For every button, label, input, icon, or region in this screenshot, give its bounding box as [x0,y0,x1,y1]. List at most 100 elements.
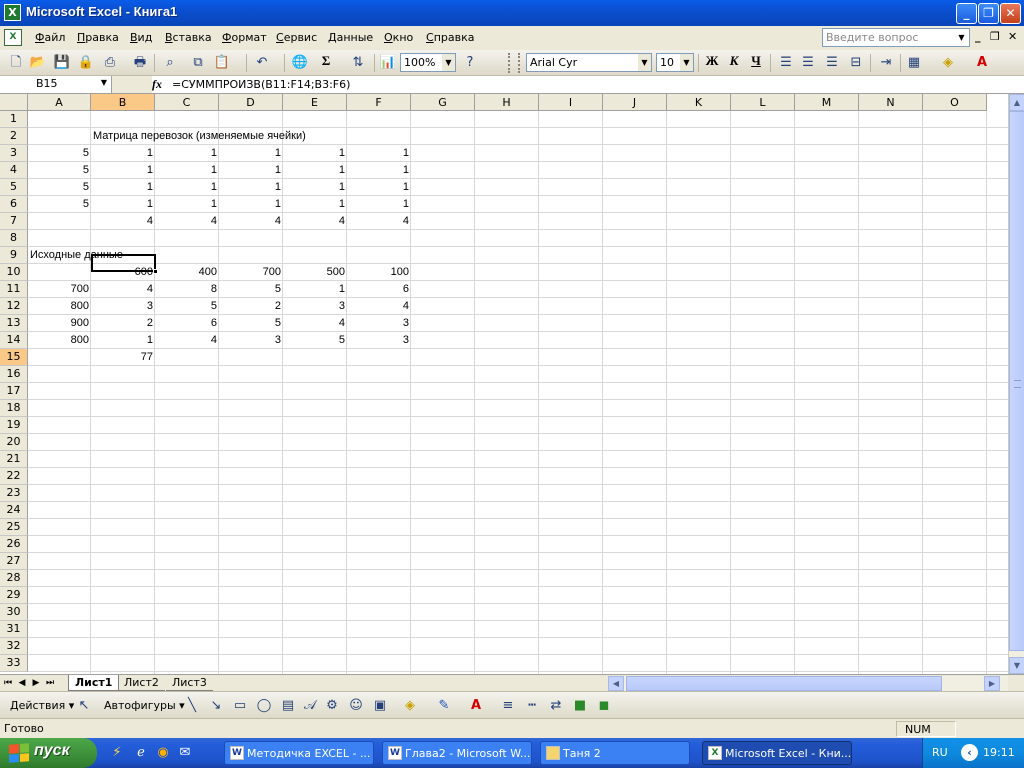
insert-function-icon[interactable]: fx [152,77,162,92]
dash-style-icon[interactable]: ┅ [522,696,542,716]
align-left-icon[interactable]: ☰ [776,53,796,73]
insert-picture-icon[interactable]: ▣ [370,696,390,716]
cell-F10[interactable]: 100 [347,264,411,281]
cell-C11[interactable]: 8 [155,281,219,298]
help-icon[interactable]: ? [460,53,480,73]
cell-F4[interactable]: 1 [347,162,411,179]
autosum-icon[interactable]: Σ [316,53,336,73]
cell-D14[interactable]: 3 [219,332,283,349]
prev-sheet-icon[interactable]: ◀ [16,676,28,690]
align-center-icon[interactable]: ☰ [798,53,818,73]
row-header-6[interactable]: 6 [0,196,28,213]
sheet-tab-3[interactable]: Лист3 [166,675,213,691]
paste-icon[interactable]: 📋 [212,53,232,73]
column-header-H[interactable]: H [475,94,539,111]
column-header-A[interactable]: A [28,94,91,111]
row-header-31[interactable]: 31 [0,621,28,638]
name-box[interactable]: B15 ▼ [0,76,112,93]
chevron-down-icon[interactable]: ▼ [638,54,651,71]
column-header-C[interactable]: C [155,94,219,111]
column-header-L[interactable]: L [731,94,795,111]
column-header-I[interactable]: I [539,94,603,111]
borders-icon[interactable]: ▦ [904,53,924,73]
vertical-scroll-thumb[interactable] [1009,111,1024,651]
row-header-18[interactable]: 18 [0,400,28,417]
cell-B15[interactable]: 77 [91,349,155,366]
menu-edit[interactable]: Правка [77,31,119,44]
row-header-33[interactable]: 33 [0,655,28,672]
cell-E12[interactable]: 3 [283,298,347,315]
quicklaunch-outlook-icon[interactable]: ✉ [176,744,194,762]
horizontal-scrollbar[interactable]: ◀ ▶ [608,676,1008,691]
column-header-M[interactable]: M [795,94,859,111]
cell-D10[interactable]: 700 [219,264,283,281]
row-header-19[interactable]: 19 [0,417,28,434]
start-button[interactable]: пуск [0,738,97,768]
menu-help[interactable]: Справка [426,31,474,44]
cell-B4[interactable]: 1 [91,162,155,179]
row-header-14[interactable]: 14 [0,332,28,349]
text-box-icon[interactable]: ▤ [278,696,298,716]
column-header-D[interactable]: D [219,94,283,111]
cell-F6[interactable]: 1 [347,196,411,213]
cell-B5[interactable]: 1 [91,179,155,196]
cell-D4[interactable]: 1 [219,162,283,179]
underline-button[interactable]: Ч [746,53,766,73]
menu-view[interactable]: Вид [130,31,152,44]
zoom-select[interactable]: 100% ▼ [400,53,456,72]
row-header-23[interactable]: 23 [0,485,28,502]
cell-D11[interactable]: 5 [219,281,283,298]
cell-F3[interactable]: 1 [347,145,411,162]
cell-B13[interactable]: 2 [91,315,155,332]
line-color-icon[interactable]: ✎ [434,696,454,716]
line-icon[interactable]: ╲ [182,696,202,716]
wordart-icon[interactable]: 𝒜 [300,696,320,716]
quicklaunch-media-icon[interactable]: ◉ [154,744,172,762]
select-all-button[interactable] [0,94,28,111]
cell-B11[interactable]: 4 [91,281,155,298]
column-header-K[interactable]: K [667,94,731,111]
row-header-8[interactable]: 8 [0,230,28,247]
row-header-30[interactable]: 30 [0,604,28,621]
taskbar-item-1[interactable]: W Методичка EXCEL - ... [224,741,374,765]
row-header-24[interactable]: 24 [0,502,28,519]
font-size-select[interactable]: 10 ▼ [656,53,694,72]
cell-E13[interactable]: 4 [283,315,347,332]
permission-icon[interactable]: 🔒 [76,53,96,73]
cell-F12[interactable]: 4 [347,298,411,315]
cell-A6[interactable]: 5 [28,196,91,213]
sheet-tab-2[interactable]: Лист2 [118,675,165,691]
row-header-28[interactable]: 28 [0,570,28,587]
next-sheet-icon[interactable]: ▶ [30,676,42,690]
cell-E4[interactable]: 1 [283,162,347,179]
undo-icon[interactable]: ↶ [252,53,272,73]
horizontal-scroll-thumb[interactable] [626,676,942,691]
ask-question-input[interactable]: Введите вопрос ▼ [822,28,970,47]
font-color-icon[interactable]: A [466,696,486,716]
column-header-B[interactable]: B [91,94,155,111]
restore-button[interactable]: ❐ [978,3,999,24]
italic-button[interactable]: К [724,53,744,73]
cell-C10[interactable]: 400 [155,264,219,281]
menu-data[interactable]: Данные [328,31,373,44]
cell-E14[interactable]: 5 [283,332,347,349]
open-folder-icon[interactable]: 📂 [28,53,48,73]
row-header-5[interactable]: 5 [0,179,28,196]
arrow-style-icon[interactable]: ⇄ [546,696,566,716]
cell-A12[interactable]: 800 [28,298,91,315]
column-header-G[interactable]: G [411,94,475,111]
cell-D6[interactable]: 1 [219,196,283,213]
print-icon[interactable]: 🖶 [130,53,150,73]
taskbar-item-3[interactable]: Таня 2 [540,741,690,765]
column-header-E[interactable]: E [283,94,347,111]
select-objects-icon[interactable]: ↖ [74,696,94,716]
cell-E10[interactable]: 500 [283,264,347,281]
drawing-actions-menu[interactable]: Действия ▾ [10,699,74,712]
bold-button[interactable]: Ж [702,53,722,73]
line-style-icon[interactable]: ≡ [498,696,518,716]
row-header-21[interactable]: 21 [0,451,28,468]
menu-tools[interactable]: Сервис [276,31,317,44]
cell-B6[interactable]: 1 [91,196,155,213]
doc-close-button[interactable]: ✕ [1008,30,1017,43]
cell-C13[interactable]: 6 [155,315,219,332]
